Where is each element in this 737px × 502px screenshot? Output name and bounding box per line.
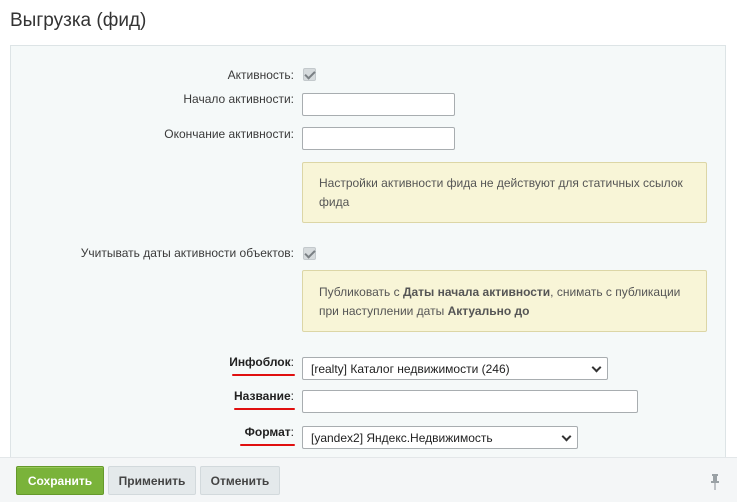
iblock-underline — [232, 374, 295, 376]
object-dates-checkbox[interactable] — [303, 247, 316, 260]
object-dates-label: Учитывать даты активности объектов: — [80, 246, 294, 260]
save-button[interactable]: Сохранить — [16, 466, 104, 495]
format-select-value: [yandex2] Яндекс.Недвижимость — [311, 431, 493, 445]
format-label: Формат: — [245, 425, 294, 439]
static-links-note: Настройки активности фида не действуют д… — [302, 162, 707, 223]
chevron-down-icon — [561, 431, 572, 442]
settings-panel: Активность: Начало активности: Окончание… — [10, 45, 726, 457]
cancel-button[interactable]: Отменить — [200, 466, 280, 495]
active-checkbox[interactable] — [303, 68, 316, 81]
publish-note-text-1: Публиковать с — [319, 285, 403, 299]
name-input[interactable] — [302, 390, 638, 413]
format-label-colon: : — [290, 425, 294, 439]
iblock-select[interactable]: [realty] Каталог недвижимости (246) — [302, 357, 608, 380]
name-label-colon: : — [290, 389, 294, 403]
end-date-label: Окончание активности: — [164, 127, 294, 141]
pin-icon[interactable] — [711, 474, 719, 490]
page-title: Выгрузка (фид) — [10, 10, 147, 31]
name-underline — [234, 408, 295, 410]
publish-note-bold-start: Даты начала активности — [402, 285, 551, 299]
active-label: Активность: — [227, 68, 294, 82]
iblock-select-value: [realty] Каталог недвижимости (246) — [311, 362, 510, 376]
name-label: Название: — [234, 389, 294, 403]
start-date-input[interactable] — [302, 93, 455, 116]
iblock-label: Инфоблок: — [229, 355, 294, 369]
iblock-label-text: Инфоблок — [229, 355, 291, 369]
end-date-input[interactable] — [302, 127, 455, 150]
publish-note: Публиковать с Даты начала активности, сн… — [302, 270, 707, 332]
footer-toolbar: Сохранить Применить Отменить — [0, 457, 737, 502]
format-select[interactable]: [yandex2] Яндекс.Недвижимость — [302, 426, 578, 449]
apply-button[interactable]: Применить — [108, 466, 196, 495]
publish-note-bold-actual: Актуально до — [447, 304, 530, 318]
name-label-text: Название — [234, 389, 291, 403]
chevron-down-icon — [591, 362, 602, 373]
static-links-note-text: Настройки активности фида не действуют д… — [319, 176, 683, 209]
iblock-label-colon: : — [290, 355, 294, 369]
format-label-text: Формат — [244, 425, 291, 439]
start-date-label: Начало активности: — [183, 92, 294, 106]
format-underline — [240, 444, 295, 446]
